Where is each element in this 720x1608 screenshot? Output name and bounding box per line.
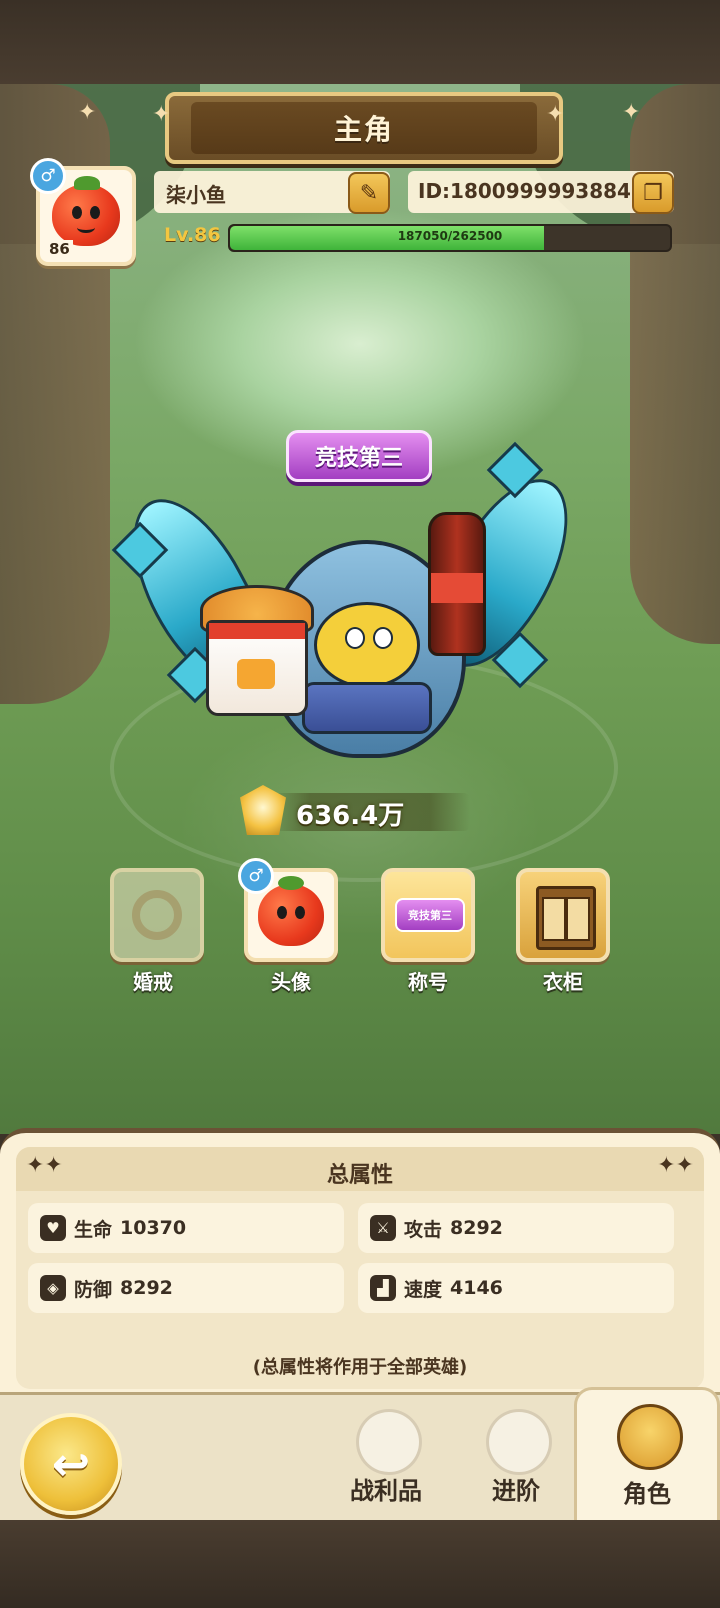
attributes-header: ✦✦ 总属性 ✦✦ bbox=[16, 1147, 704, 1191]
stat-label: 生命 bbox=[74, 1218, 113, 1241]
cola-bottle-icon bbox=[428, 512, 486, 656]
wardrobe-icon bbox=[536, 886, 596, 950]
bottom-nav: ↩ 战利品 进阶 角色 bbox=[0, 1387, 720, 1526]
page-title: 主角 bbox=[333, 113, 394, 146]
character-face bbox=[314, 602, 420, 688]
stat-hp: ♥ 生命 10370 bbox=[28, 1203, 344, 1253]
copy-icon: ❐ bbox=[643, 180, 663, 206]
ring-icon bbox=[132, 890, 182, 940]
slot-label-avatar: 头像 bbox=[271, 970, 311, 994]
combat-power: 636.4万 bbox=[240, 785, 480, 837]
attributes-title: 总属性 bbox=[326, 1163, 393, 1188]
heart-icon: ♥ bbox=[40, 1215, 66, 1241]
character-belly bbox=[302, 682, 432, 734]
attributes-inner: ✦✦ 总属性 ✦✦ ♥ 生命 10370 ⚔ 攻击 8292 ◈ 防御 8292… bbox=[16, 1147, 704, 1389]
avatar-level: 86 bbox=[46, 240, 73, 258]
top-frame bbox=[0, 0, 720, 84]
male-gender-icon: ♂ bbox=[30, 158, 66, 194]
sparkle-icon: ✦ bbox=[78, 100, 97, 125]
stat-label: 攻击 bbox=[404, 1218, 443, 1241]
slot-label-ring: 婚戒 bbox=[133, 970, 173, 994]
tree-right bbox=[630, 84, 720, 644]
xp-text: 187050/262500 bbox=[397, 229, 503, 243]
player-level: Lv.86 bbox=[164, 224, 221, 246]
edit-name-button[interactable]: ✎ bbox=[348, 172, 390, 214]
slot-label-wardrobe: 衣柜 bbox=[543, 970, 583, 994]
bottom-frame bbox=[0, 1520, 720, 1608]
stat-label: 速度 bbox=[404, 1278, 443, 1301]
sword-icon: ⚔ bbox=[370, 1215, 396, 1241]
slot-wedding-ring[interactable] bbox=[110, 868, 204, 962]
tab-loot[interactable]: 战利品 bbox=[316, 1395, 456, 1523]
stat-value: 8292 bbox=[450, 1217, 503, 1239]
tab-character[interactable]: 角色 bbox=[574, 1387, 720, 1526]
pencil-icon: ✎ bbox=[359, 180, 379, 206]
character-icon bbox=[617, 1404, 683, 1470]
shield-icon: ◈ bbox=[40, 1275, 66, 1301]
sparkle-icon: ✦ bbox=[622, 100, 641, 125]
tab-label-character: 角色 bbox=[623, 1480, 671, 1508]
title-inner: 主角 bbox=[191, 102, 537, 154]
sparkle-icon: ✦✦ bbox=[657, 1153, 694, 1178]
title-badge: 竞技第三 bbox=[286, 430, 432, 482]
stat-attack: ⚔ 攻击 8292 bbox=[358, 1203, 674, 1253]
player-name: 柒小鱼 bbox=[166, 183, 226, 207]
back-button[interactable]: ↩ bbox=[20, 1413, 122, 1515]
tomato-avatar-icon bbox=[258, 876, 324, 946]
loot-icon bbox=[356, 1409, 422, 1475]
male-gender-icon: ♂ bbox=[238, 858, 274, 894]
slot-label-title: 称号 bbox=[408, 970, 448, 994]
advance-icon bbox=[486, 1409, 552, 1475]
slot-wardrobe[interactable] bbox=[516, 868, 610, 962]
back-arrow-icon: ↩ bbox=[51, 1437, 91, 1491]
stat-label: 防御 bbox=[74, 1278, 113, 1301]
slot-title[interactable]: 竞技第三 bbox=[381, 868, 475, 962]
power-value: 636.4万 bbox=[296, 801, 405, 831]
player-name-box: 柒小鱼 ✎ bbox=[154, 171, 390, 214]
title-banner: 主角 bbox=[165, 92, 563, 164]
tomato-avatar-icon bbox=[52, 176, 120, 246]
sparkle-icon: ✦ bbox=[546, 102, 565, 127]
title-badge-small: 竞技第三 bbox=[395, 898, 465, 932]
tab-label-advance: 进阶 bbox=[492, 1477, 540, 1505]
copy-id-button[interactable]: ❐ bbox=[632, 172, 674, 214]
stat-defense: ◈ 防御 8292 bbox=[28, 1263, 344, 1313]
player-id-box: ID:1800999993884 ❐ bbox=[408, 171, 674, 214]
chicken-bucket-icon bbox=[206, 620, 308, 716]
attributes-panel: ✦✦ 总属性 ✦✦ ♥ 生命 10370 ⚔ 攻击 8292 ◈ 防御 8292… bbox=[0, 1128, 720, 1395]
stat-value: 8292 bbox=[120, 1277, 173, 1299]
tab-advance[interactable]: 进阶 bbox=[446, 1395, 586, 1523]
stat-value: 4146 bbox=[450, 1277, 503, 1299]
attributes-note: (总属性将作用于全部英雄) bbox=[252, 1357, 468, 1378]
tab-label-loot: 战利品 bbox=[350, 1477, 422, 1505]
boot-icon: ▟ bbox=[370, 1275, 396, 1301]
stat-value: 10370 bbox=[120, 1217, 187, 1239]
sparkle-icon: ✦ bbox=[152, 102, 171, 127]
stat-speed: ▟ 速度 4146 bbox=[358, 1263, 674, 1313]
player-id: ID:1800999993884 bbox=[418, 179, 631, 203]
xp-bar: 187050/262500 bbox=[228, 224, 672, 252]
